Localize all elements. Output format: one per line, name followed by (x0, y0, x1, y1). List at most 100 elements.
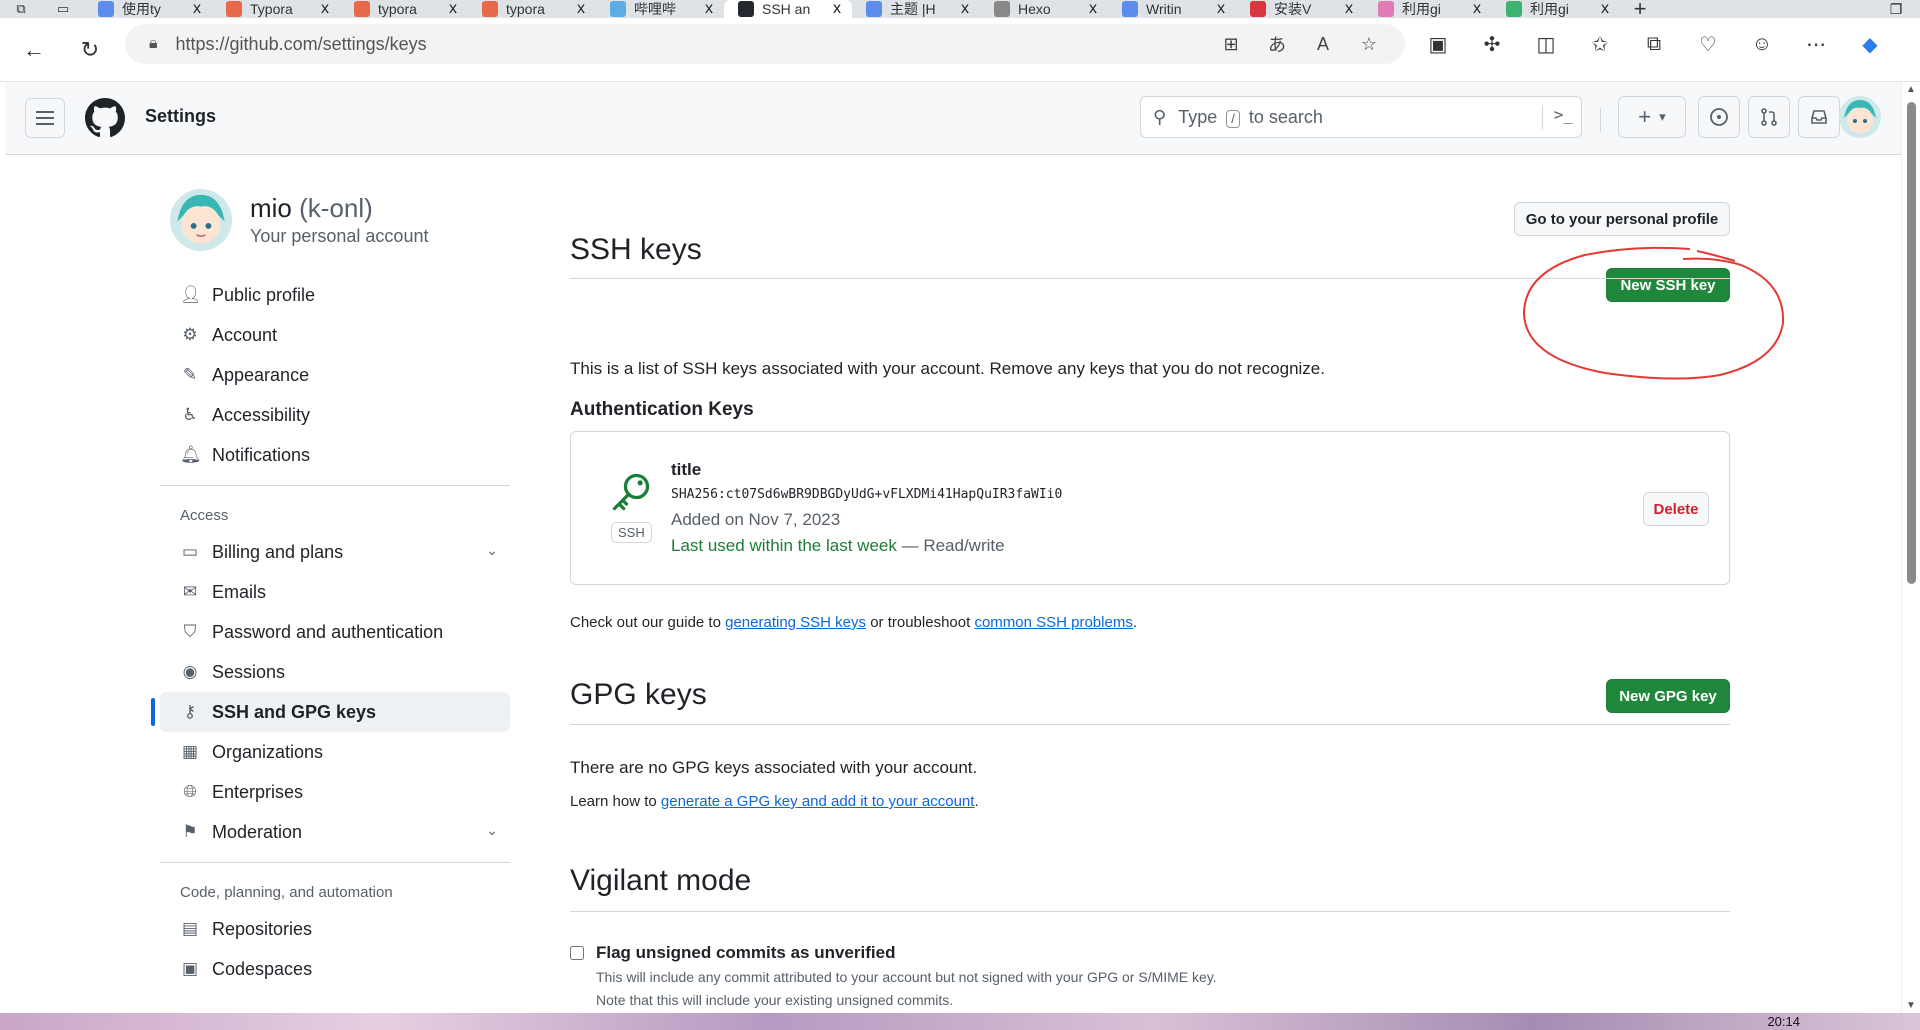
generate-gpg-key-link[interactable]: generate a GPG key and add it to your ac… (661, 793, 975, 810)
browser-tab[interactable]: 哔哩哔 x (596, 0, 724, 18)
create-new-button[interactable]: + ▾ (1618, 96, 1686, 138)
avatar[interactable] (170, 189, 232, 251)
sidebar-item-notifications[interactable]: 🔔︎ Notifications (160, 435, 510, 475)
read-aloud-icon[interactable]: A (1309, 32, 1337, 56)
reload-icon[interactable]: ↻ (72, 32, 108, 68)
tab-favicon-icon (482, 1, 498, 17)
browser-tab[interactable]: SSH an x (724, 0, 852, 18)
tab-title: 使用ty (122, 1, 161, 17)
tab-close-icon[interactable]: x (188, 0, 206, 18)
sidebar-item-ssh-and-gpg-keys[interactable]: ⚷ SSH and GPG keys (151, 692, 510, 732)
tab-close-icon[interactable]: x (572, 0, 590, 18)
tab-close-icon[interactable]: x (828, 0, 846, 18)
sidebar-item-codespaces[interactable]: ▣ Codespaces (160, 949, 510, 989)
tab-title: Writin (1146, 1, 1182, 17)
scroll-down-arrow-icon[interactable]: ▼ (1906, 1000, 1916, 1011)
browser-tab[interactable]: 主题 |H x (852, 0, 980, 18)
search-icon: ⚲ (1153, 106, 1167, 127)
menu-hamburger-icon[interactable] (25, 98, 65, 138)
tab-close-icon[interactable]: x (1212, 0, 1230, 18)
tab-close-icon[interactable]: x (1468, 0, 1486, 18)
url-text[interactable]: https://github.com/settings/keys (176, 34, 427, 55)
translate-icon[interactable]: あ (1263, 32, 1291, 56)
flag-unsigned-commits-checkbox[interactable] (570, 946, 584, 960)
sidebar-item-accessibility[interactable]: ♿︎ Accessibility (160, 395, 510, 435)
sidebar-item-public-profile[interactable]: 👤︎ Public profile (160, 275, 510, 315)
github-logo-icon[interactable] (85, 98, 125, 138)
page-scrollbar[interactable]: ▲ ▼ (1901, 82, 1920, 1013)
flag-unsigned-commits-label[interactable]: Flag unsigned commits as unverified (596, 943, 895, 963)
tab-close-icon[interactable]: x (316, 0, 334, 18)
ssh-badge: SSH (611, 522, 652, 543)
tab-actions-icon[interactable]: ▭ (42, 0, 84, 18)
sidebar-item-organizations[interactable]: ▦ Organizations (160, 732, 510, 772)
inbox-icon[interactable] (1798, 96, 1840, 138)
collections-icon[interactable]: ⧉ (1636, 28, 1672, 60)
common-ssh-problems-link[interactable]: common SSH problems (974, 614, 1132, 631)
extensions-puzzle-icon[interactable]: ✣ (1474, 28, 1510, 60)
copilot-icon[interactable]: ◆ (1852, 28, 1888, 60)
key-icon: ⚷ (183, 702, 197, 721)
new-tab-button[interactable]: + (1620, 0, 1660, 20)
chevron-down-icon[interactable]: ⌄ (486, 542, 498, 559)
sidebar-item-repositories[interactable]: ▤ Repositories (160, 909, 510, 949)
more-menu-icon[interactable]: ⋯ (1798, 28, 1834, 60)
tab-title: SSH an (762, 1, 811, 17)
favorites-icon[interactable]: ✩ (1582, 28, 1618, 60)
user-name[interactable]: mio (k-onl) (250, 193, 428, 224)
back-arrow-icon[interactable]: ← (16, 32, 52, 68)
sidebar-item-appearance[interactable]: ✎ Appearance (160, 355, 510, 395)
scroll-up-arrow-icon[interactable]: ▲ (1906, 84, 1916, 95)
browser-tab[interactable]: 利用gi x (1364, 0, 1492, 18)
sidebar-item-sessions[interactable]: ◉ Sessions (160, 652, 510, 692)
issues-icon[interactable] (1698, 96, 1740, 138)
browser-tab[interactable]: 安装V x (1236, 0, 1364, 18)
key-icon (612, 473, 650, 511)
extension-app-icon[interactable]: ▣ (1420, 28, 1456, 60)
search-input[interactable]: ⚲ Type / to search >_ (1140, 96, 1582, 138)
user-avatar-button[interactable] (1839, 96, 1881, 138)
search-placeholder-prefix: Type (1178, 106, 1218, 127)
browser-tab[interactable]: typora x (340, 0, 468, 18)
lock-icon[interactable]: 🔒︎ (149, 35, 158, 53)
app-available-icon[interactable]: ⊞ (1217, 32, 1245, 56)
generating-ssh-keys-link[interactable]: generating SSH keys (725, 614, 866, 631)
tab-close-icon[interactable]: x (1340, 0, 1358, 18)
chevron-down-icon[interactable]: ⌄ (486, 822, 498, 839)
profile-avatar-icon[interactable]: ☺ (1744, 28, 1780, 60)
person-icon: 👤︎ (180, 285, 202, 304)
browser-essentials-icon[interactable]: ♡ (1690, 28, 1726, 60)
favorite-star-icon[interactable]: ☆ (1355, 32, 1383, 56)
tab-close-icon[interactable]: x (1084, 0, 1102, 18)
sidebar-item-moderation[interactable]: ⚑ Moderation ⌄ (160, 812, 510, 852)
browser-tab[interactable]: Typora x (212, 0, 340, 18)
new-gpg-key-button[interactable]: New GPG key (1606, 679, 1730, 713)
address-bar[interactable]: 🔒︎ https://github.com/settings/keys ⊞ あ … (125, 24, 1405, 64)
flag-unsigned-commits-option[interactable]: Flag unsigned commits as unverified (570, 943, 895, 963)
tab-close-icon[interactable]: x (956, 0, 974, 18)
tab-close-icon[interactable]: x (700, 0, 718, 18)
gear-icon: ⚙ (182, 325, 198, 344)
browser-tab[interactable]: 使用ty x (84, 0, 212, 18)
split-screen-icon[interactable]: ◫ (1528, 28, 1564, 60)
tab-close-icon[interactable]: x (1596, 0, 1614, 18)
sidebar-item-enterprises[interactable]: 🌐︎ Enterprises (160, 772, 510, 812)
restore-window-icon[interactable]: ❐ (1872, 0, 1920, 18)
sidebar-item-account[interactable]: ⚙ Account (160, 315, 510, 355)
tab-close-icon[interactable]: x (444, 0, 462, 18)
sidebar-item-password-and-authentication[interactable]: ⛉ Password and authentication (160, 612, 510, 652)
browser-tab[interactable]: typora x (468, 0, 596, 18)
sidebar-item-billing-and-plans[interactable]: ▭ Billing and plans ⌄ (160, 532, 510, 572)
browser-tab[interactable]: Hexo x (980, 0, 1108, 18)
go-to-profile-button[interactable]: Go to your personal profile (1514, 202, 1730, 236)
command-palette-icon[interactable]: >_ (1554, 105, 1573, 124)
page-title[interactable]: Settings (145, 106, 216, 127)
pull-requests-icon[interactable] (1748, 96, 1790, 138)
browser-tab[interactable]: 利用gi x (1492, 0, 1620, 18)
delete-key-button[interactable]: Delete (1643, 492, 1709, 526)
browser-tab[interactable]: Writin x (1108, 0, 1236, 18)
scrollbar-thumb[interactable] (1907, 102, 1916, 584)
window-controls: ❐ (1872, 0, 1920, 18)
sidebar-item-emails[interactable]: ✉ Emails (160, 572, 510, 612)
workspaces-icon[interactable]: ⧉ (0, 0, 42, 18)
